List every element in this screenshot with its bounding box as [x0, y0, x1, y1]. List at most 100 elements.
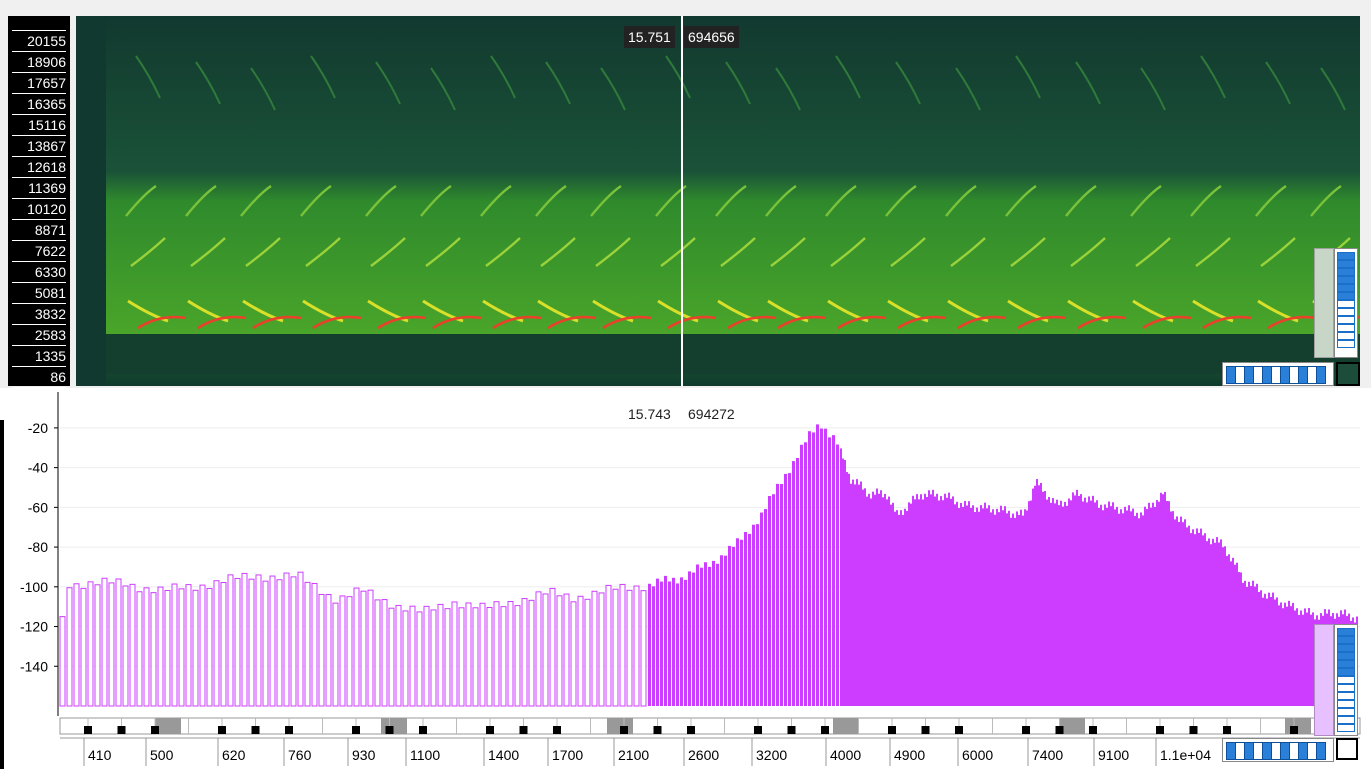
spectrum-bar	[1210, 544, 1212, 706]
spectrum-bar	[605, 584, 612, 707]
spectrum-bar	[842, 458, 844, 706]
cursor-value-readout: 694656	[684, 26, 739, 48]
spectrum-bar	[688, 571, 691, 706]
spectrum-toggle-button[interactable]	[1336, 738, 1358, 760]
keyboard-black-key	[519, 726, 528, 734]
scale-segment	[1337, 340, 1355, 348]
spectrum-bar	[1030, 500, 1032, 706]
spectrum-bar	[958, 508, 960, 706]
spectrum-bar	[1002, 510, 1004, 706]
keyboard-black-key	[486, 726, 494, 734]
frequency-tick: 3832	[12, 303, 66, 325]
spectrum-bar	[311, 583, 318, 707]
spectrum-bar	[1108, 501, 1110, 706]
spectrum-bar	[824, 428, 827, 706]
spectrum-bar	[1258, 591, 1260, 706]
spectrum-bar	[676, 583, 679, 706]
spectrum-bar	[556, 595, 563, 707]
spectrum-bar	[854, 484, 856, 706]
keyboard-octave-marker	[833, 718, 859, 734]
spectrum-bar	[584, 598, 591, 707]
spectrum-bar	[1078, 496, 1080, 706]
spectrum-bar	[648, 583, 651, 706]
y-tick-label: -80	[28, 539, 48, 555]
spectrum-bar	[1020, 509, 1022, 706]
spectrum-bar	[1064, 501, 1066, 706]
spectrum-bar	[1142, 515, 1144, 706]
spectrum-bar	[640, 590, 647, 707]
scale-segment	[1337, 652, 1355, 660]
spectrum-bar	[101, 577, 108, 707]
x-tick-label: 3200	[756, 747, 787, 763]
vertical-zoom-scale[interactable]	[1334, 248, 1358, 358]
y-tick-label: -60	[28, 499, 48, 515]
x-tick-label: 620	[222, 747, 246, 763]
spectrum-bar	[880, 490, 882, 706]
spectrum-bar	[1238, 572, 1240, 706]
spectrogram-image[interactable]	[76, 16, 1360, 386]
y-tick-label: -140	[20, 658, 48, 674]
spectrum-bar	[796, 458, 799, 706]
spectrum-bar	[784, 473, 787, 706]
spectrum-bar	[744, 531, 747, 706]
spectrum-bar	[1008, 510, 1010, 706]
spectrum-bar	[1106, 507, 1108, 706]
keyboard-black-key	[251, 726, 260, 734]
horizontal-zoom-scale[interactable]	[1222, 362, 1334, 386]
spectrum-bar	[1086, 502, 1088, 706]
spectrum-bar	[444, 608, 451, 707]
spectrum-bar	[577, 595, 584, 707]
colormap-toggle-button[interactable]	[1336, 362, 1360, 386]
spectrum-bar	[996, 508, 998, 706]
x-tick-label: 760	[288, 747, 312, 763]
keyboard-black-key	[687, 726, 695, 734]
spectrum-vertical-scale[interactable]	[1334, 624, 1358, 736]
spectrum-bar	[1236, 562, 1238, 706]
x-tick-label: 1700	[552, 747, 583, 763]
spectrum-bar	[528, 599, 535, 707]
spectrum-bar	[936, 493, 938, 706]
scale-segment	[1337, 700, 1355, 708]
frequency-tick: 20155	[12, 30, 66, 52]
time-cursor-line[interactable]	[681, 16, 683, 386]
spectrum-bar	[206, 587, 213, 707]
x-tick-label: 1.1e+04	[1160, 747, 1211, 763]
keyboard-black-key	[1055, 726, 1064, 734]
spectrum-bar	[1308, 607, 1310, 706]
spectrum-bar	[972, 505, 974, 706]
spectrum-bar	[1282, 608, 1284, 706]
scale-segment	[1316, 742, 1326, 760]
spectrum-bar	[918, 499, 920, 706]
spectrum-bar	[930, 494, 932, 706]
level-range-slider[interactable]	[1314, 248, 1334, 358]
keyboard-black-key	[385, 726, 394, 734]
spectrum-bar	[122, 585, 129, 707]
scale-segment	[1337, 260, 1355, 268]
spectrum-bar	[692, 572, 695, 706]
spectrum-horizontal-scale[interactable]	[1222, 738, 1334, 762]
spectrum-bar	[248, 578, 255, 707]
keyboard-black-key	[754, 726, 762, 734]
keyboard-black-key	[620, 726, 628, 734]
spectrum-bar	[992, 509, 994, 706]
spectrum-bar	[1180, 516, 1182, 706]
spectrum-bar	[696, 564, 699, 706]
spectrum-bar	[346, 596, 353, 707]
spectrum-bar	[868, 493, 870, 706]
spectrum-bar	[66, 587, 73, 707]
spectrum-bar	[1288, 600, 1290, 706]
spectrum-bar	[874, 494, 876, 706]
spectrum-bar	[720, 555, 723, 706]
spectrum-level-slider[interactable]	[1314, 624, 1334, 736]
spectrum-bar	[1194, 534, 1196, 706]
x-tick-label: 9100	[1098, 747, 1129, 763]
spectrum-bar	[136, 591, 143, 707]
spectrum-bar	[900, 510, 902, 706]
spectrum-chart[interactable]: -20-40-60-80-100-120-140410 500 620 760 930 1…	[0, 392, 1371, 769]
spectrum-bar	[381, 599, 388, 707]
scale-segment	[1337, 676, 1355, 684]
spectrum-bar	[353, 587, 360, 707]
spectrum-bar	[1248, 581, 1250, 706]
spectrum-bar	[1246, 586, 1248, 706]
spectrum-bar	[1062, 506, 1064, 706]
